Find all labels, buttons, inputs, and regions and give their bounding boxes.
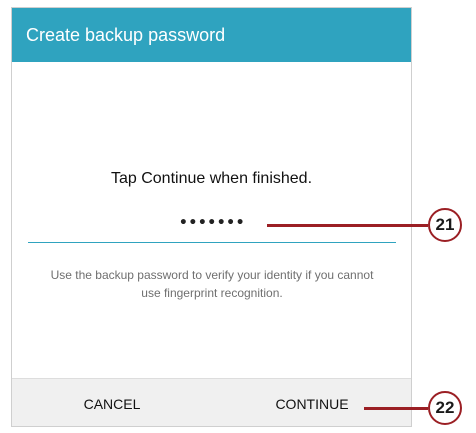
cancel-button[interactable]: CANCEL	[12, 379, 212, 426]
screenshot-stage: Create backup password Tap Continue when…	[0, 0, 476, 433]
callout-21-badge: 21	[428, 208, 462, 242]
callout-21-line	[267, 224, 428, 227]
button-bar: CANCEL CONTINUE	[12, 378, 411, 426]
help-text: Use the backup password to verify your i…	[50, 268, 374, 300]
instruction-text: Tap Continue when finished.	[110, 170, 313, 187]
continue-button[interactable]: CONTINUE	[212, 379, 411, 426]
dialog-title: Create backup password	[26, 25, 226, 45]
callout-22-badge: 22	[428, 391, 462, 425]
callout-22-line	[364, 407, 428, 410]
title-bar: Create backup password	[12, 8, 411, 62]
backup-password-dialog: Create backup password Tap Continue when…	[11, 7, 412, 427]
password-value: •••••••	[178, 215, 246, 231]
